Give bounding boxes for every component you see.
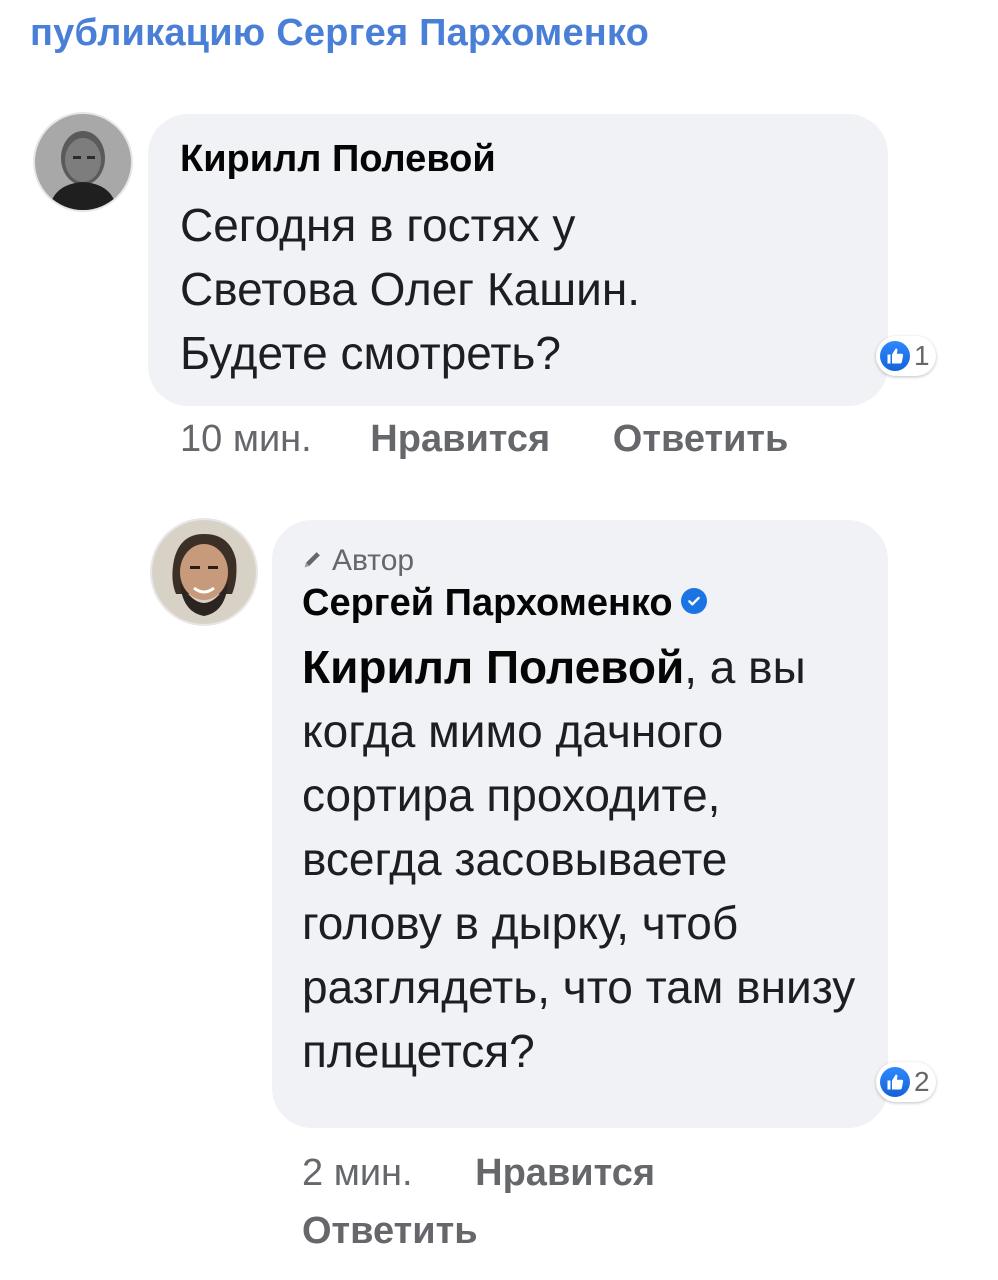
mention-link[interactable]: Кирилл Полевой xyxy=(302,641,684,693)
comment-actions-row: 2 мин. Нравится Ответить xyxy=(302,1144,655,1260)
comment-text: Кирилл Полевой, а вы когда мимо дачного … xyxy=(302,635,862,1083)
like-button[interactable]: Нравится xyxy=(475,1152,655,1194)
comment-timestamp[interactable]: 10 мин. xyxy=(180,418,312,460)
reaction-count-badge[interactable]: 2 xyxy=(876,1062,936,1102)
comment-actions-row: 10 мин. Нравится Ответить xyxy=(180,418,788,461)
thumbs-up-icon xyxy=(880,1067,910,1097)
comment-author-name[interactable]: Сергей Пархоменко xyxy=(302,582,858,625)
comment-timestamp[interactable]: 2 мин. xyxy=(302,1152,413,1194)
pencil-icon xyxy=(302,544,324,578)
thumbs-up-icon xyxy=(880,341,910,371)
avatar-kirill[interactable] xyxy=(35,114,131,210)
author-tag: Автор xyxy=(302,544,858,578)
verified-badge-icon xyxy=(680,587,707,614)
reply-button[interactable]: Ответить xyxy=(302,1210,478,1252)
author-tag-label: Автор xyxy=(332,544,415,577)
like-button[interactable]: Нравится xyxy=(370,418,550,460)
avatar-sergey[interactable] xyxy=(152,520,256,624)
reaction-count: 1 xyxy=(914,340,930,371)
comment-bubble-kirill: Кирилл Полевой Сегодня в гостях у Светов… xyxy=(148,114,888,406)
reply-button[interactable]: Ответить xyxy=(613,418,789,460)
comment-text-body: , а вы когда мимо дачного сортира проход… xyxy=(302,641,856,1077)
shared-post-link[interactable]: публикацию Сергея Пархоменко xyxy=(30,12,649,55)
comment-author-name[interactable]: Кирилл Полевой xyxy=(180,138,856,181)
reaction-count: 2 xyxy=(914,1066,930,1097)
comment-text: Сегодня в гостях у Светова Олег Кашин. Б… xyxy=(180,199,641,379)
reaction-count-badge[interactable]: 1 xyxy=(876,336,936,376)
comment-bubble-sergey: Автор Сергей Пархоменко Кирилл Полевой, … xyxy=(272,520,888,1128)
